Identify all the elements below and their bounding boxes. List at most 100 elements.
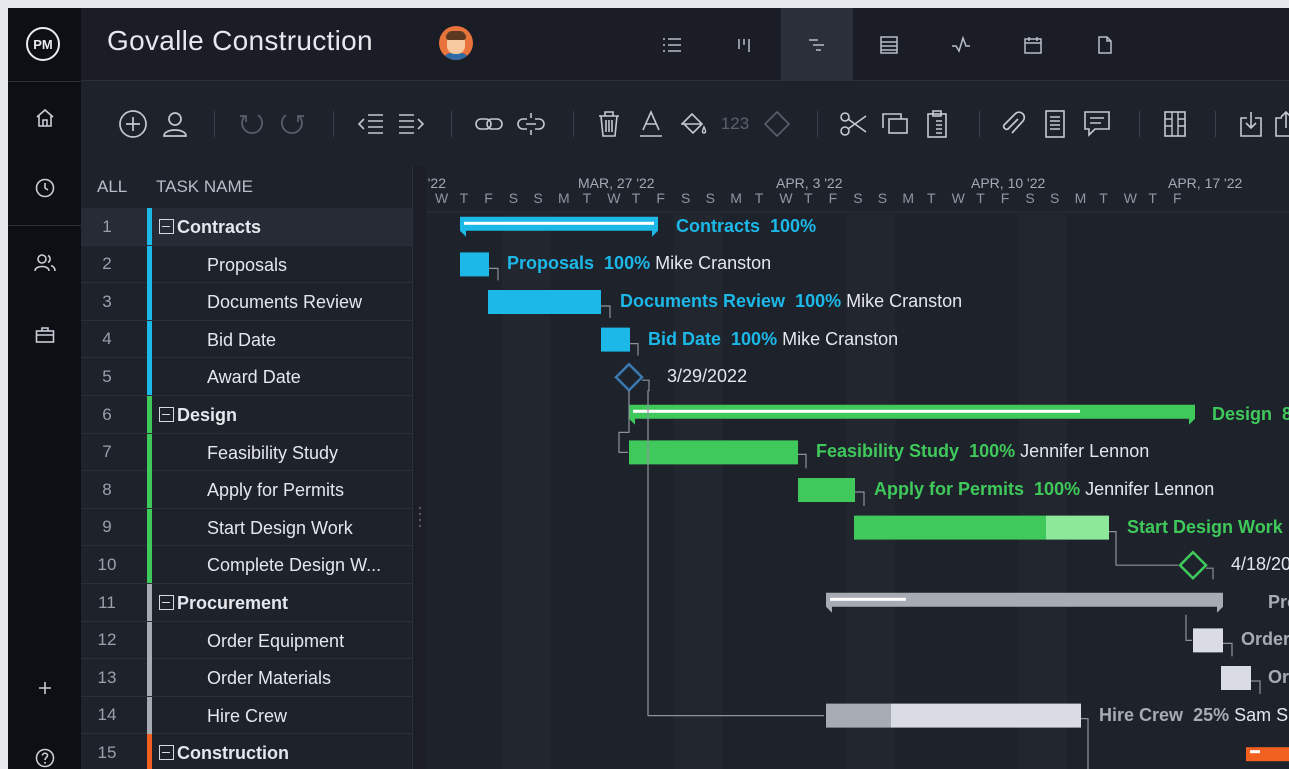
task-label-docs_review[interactable]: Documents Review 100% Mike Cranston	[620, 291, 962, 312]
help-icon[interactable]	[8, 741, 81, 769]
task-row[interactable]: 15 Construction	[81, 734, 412, 769]
label-task: Contracts	[676, 215, 761, 236]
collapse-toggle-icon[interactable]	[159, 595, 174, 610]
task-name[interactable]: Contracts	[177, 217, 261, 238]
collapse-toggle-icon[interactable]	[159, 745, 174, 761]
col-all-header[interactable]: ALL	[97, 177, 127, 197]
board-view-tab[interactable]	[708, 8, 780, 81]
task-row[interactable]: 2 Proposals	[81, 245, 412, 284]
briefcase-icon[interactable]	[8, 318, 81, 352]
label-percent: 100%	[795, 291, 842, 311]
task-name[interactable]: Start Design Work	[207, 518, 353, 539]
task-name[interactable]: Order Equipment	[207, 631, 344, 652]
indent-icon[interactable]	[391, 81, 431, 166]
task-label-design[interactable]: Design 80%	[1212, 404, 1289, 425]
number-format-button[interactable]: 123	[715, 81, 755, 166]
user-avatar[interactable]	[439, 26, 473, 60]
collapse-toggle-icon[interactable]	[159, 219, 174, 234]
task-row[interactable]: 5 Award Date	[81, 358, 412, 396]
plus-icon[interactable]	[8, 671, 81, 705]
pane-splitter[interactable]	[412, 166, 426, 769]
label-assignee: Jennifer Lennon	[1020, 441, 1150, 462]
task-row[interactable]: 4 Bid Date	[81, 320, 412, 359]
undo-icon[interactable]	[231, 81, 271, 166]
task-row[interactable]: 7 Feasibility Study	[81, 433, 412, 472]
calendar-view-tab[interactable]	[997, 8, 1069, 81]
link-icon[interactable]	[469, 81, 509, 166]
task-label-order_materials[interactable]: Order Materials	[1268, 667, 1289, 688]
project-title[interactable]: Govalle Construction	[107, 25, 373, 57]
export-icon[interactable]	[1271, 81, 1289, 166]
task-row[interactable]: 8 Apply for Permits	[81, 471, 412, 509]
label-task: Order Equipment	[1241, 629, 1289, 650]
task-row[interactable]: 13 Order Materials	[81, 659, 412, 697]
copy-icon[interactable]	[875, 81, 915, 166]
paste-icon[interactable]	[917, 81, 957, 166]
people-icon[interactable]	[8, 246, 81, 280]
group-color-bar	[147, 208, 152, 245]
task-name[interactable]: Documents Review	[207, 292, 362, 313]
task-row[interactable]: 10 Complete Design W...	[81, 546, 412, 584]
task-row[interactable]: 11 Procurement	[81, 584, 412, 622]
task-name[interactable]: Order Materials	[207, 668, 331, 689]
notes-icon[interactable]	[1035, 81, 1075, 166]
dashboard-view-tab[interactable]	[925, 8, 997, 81]
task-name[interactable]: Procurement	[177, 593, 288, 614]
group-color-bar	[147, 358, 152, 396]
task-name[interactable]: Apply for Permits	[207, 480, 344, 501]
task-row[interactable]: 3 Documents Review	[81, 283, 412, 321]
task-label-bid_date[interactable]: Bid Date 100% Mike Cranston	[648, 329, 898, 350]
row-number: 2	[102, 254, 112, 274]
app-window: PM Govalle Construction 123 ALL TASK NAM…	[8, 8, 1289, 769]
task-name[interactable]: Feasibility Study	[207, 443, 338, 464]
task-label-proposals[interactable]: Proposals 100% Mike Cranston	[507, 253, 771, 274]
task-label-feasibility[interactable]: Feasibility Study 100% Jennifer Lennon	[816, 441, 1149, 462]
milestone-icon[interactable]	[757, 81, 797, 166]
import-icon[interactable]	[1231, 81, 1271, 166]
clock-icon[interactable]	[8, 171, 81, 205]
task-label-contracts[interactable]: Contracts 100%	[676, 216, 816, 237]
home-icon[interactable]	[8, 101, 81, 135]
col-task-name-header[interactable]: TASK NAME	[156, 177, 253, 197]
pm-logo[interactable]: PM	[26, 27, 60, 61]
task-label-hire_crew[interactable]: Hire Crew 25% Sam S	[1099, 705, 1288, 726]
task-name[interactable]: Hire Crew	[207, 706, 287, 727]
unlink-icon[interactable]	[511, 81, 551, 166]
columns-icon[interactable]	[1155, 81, 1195, 166]
add-task-icon[interactable]	[113, 81, 153, 166]
list-view-tab[interactable]	[636, 8, 708, 81]
row-number: 7	[102, 442, 112, 462]
task-name[interactable]: Proposals	[207, 255, 287, 276]
gantt-view-tab[interactable]	[781, 8, 853, 81]
outdent-icon[interactable]	[351, 81, 391, 166]
task-name[interactable]: Award Date	[207, 367, 301, 388]
task-label-permits[interactable]: Apply for Permits 100% Jennifer Lennon	[874, 479, 1214, 500]
redo-icon[interactable]	[273, 81, 313, 166]
task-row[interactable]: 6 Design	[81, 396, 412, 434]
label-assignee: Sam S	[1234, 704, 1289, 725]
collapse-toggle-icon[interactable]	[159, 407, 174, 422]
files-view-tab[interactable]	[1069, 8, 1141, 81]
assign-user-icon[interactable]	[155, 81, 195, 166]
cut-icon[interactable]	[833, 81, 873, 166]
row-number: 6	[102, 404, 112, 424]
task-name[interactable]: Bid Date	[207, 330, 276, 351]
task-row[interactable]: 14 Hire Crew	[81, 696, 412, 735]
task-name[interactable]: Construction	[177, 743, 289, 764]
task-name[interactable]: Design	[177, 405, 237, 426]
trash-icon[interactable]	[589, 81, 629, 166]
sheet-view-tab[interactable]	[853, 8, 925, 81]
task-label-start_design[interactable]: Start Design Work	[1127, 517, 1283, 538]
task-row[interactable]: 1 Contracts	[81, 208, 412, 246]
task-label-order_equipment[interactable]: Order Equipment	[1241, 629, 1289, 650]
font-color-icon[interactable]	[631, 81, 671, 166]
task-name[interactable]: Complete Design W...	[207, 555, 381, 576]
comment-icon[interactable]	[1077, 81, 1117, 166]
task-label-procurement[interactable]: Procurement	[1268, 592, 1289, 613]
label-assignee: Mike Cranston	[782, 328, 899, 349]
fill-color-icon[interactable]	[673, 81, 713, 166]
attach-icon[interactable]	[993, 81, 1033, 166]
task-row[interactable]: 12 Order Equipment	[81, 621, 412, 660]
task-row[interactable]: 9 Start Design Work	[81, 508, 412, 547]
toolbar-divider	[1215, 111, 1216, 137]
